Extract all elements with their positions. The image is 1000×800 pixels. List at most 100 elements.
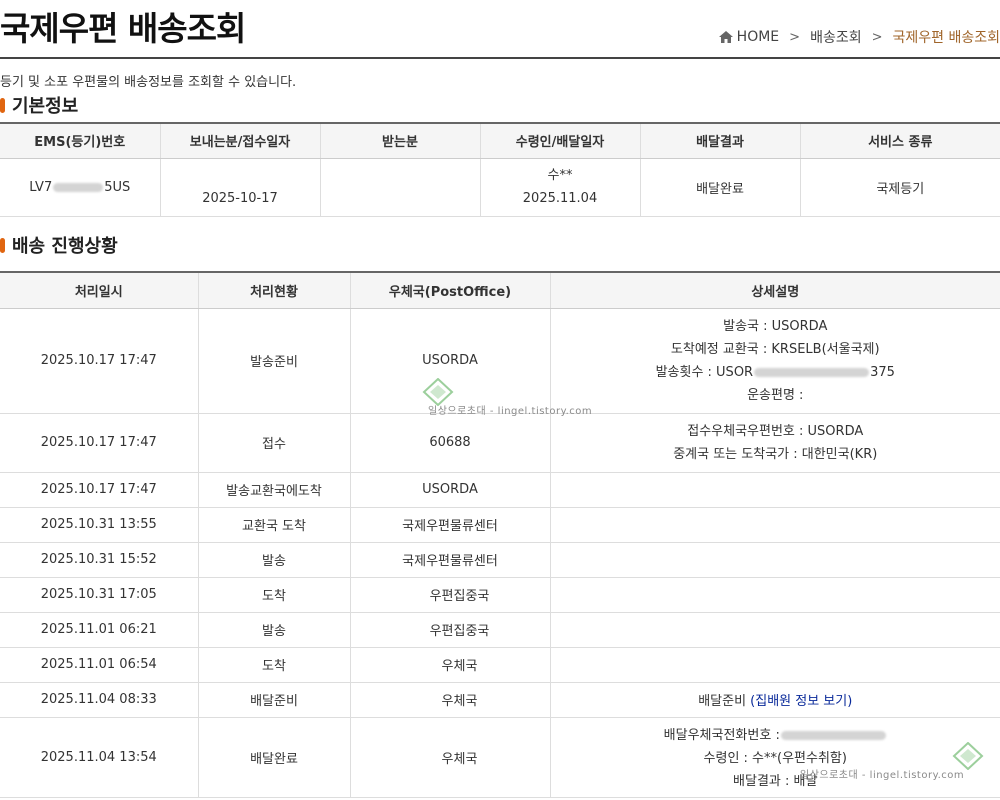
detail-line: 접수우체국우편번호 : USORDA [687,423,864,439]
receiver-cell [320,158,481,217]
progress-header-row: 처리일시 처리현황 우체국(PostOffice) 상세설명 [0,271,1000,309]
status-cell: 발송교환국에도착 [198,472,351,508]
status-cell: 도착 [198,647,351,683]
table-row: 2025.10.17 17:47 발송준비 USORDA 발송국 : USORD… [0,308,1000,414]
detail-cell [550,472,1000,508]
table-row: 2025.11.04 08:33 배달준비 우체국 배달준비 (집배원 정보 보… [0,682,1000,718]
table-row: 2025.10.17 17:47 발송교환국에도착 USORDA [0,472,1000,508]
column-header: 배달결과 [640,122,801,159]
watermark-text: 일상으로초대 - lingel.tistory.com [428,406,593,417]
recipient-cell: 수** 2025.11.04 [480,158,641,217]
progress-heading-label: 배송 진행상황 [12,236,118,257]
detail-cell: 발송국 : USORDA 도착예정 교환국 : KRSELB(서울국제) 발송횟… [550,308,1000,414]
detail-line: 도착예정 교환국 : KRSELB(서울국제) [670,341,880,357]
office-cell: 우편집중국 [350,577,551,613]
recipient-name: 수** [547,168,573,183]
detail-text: 배달준비 [698,694,747,709]
detail-cell [550,577,1000,613]
time-cell: 2025.10.17 17:47 [0,413,199,473]
column-header: 처리현황 [198,271,351,309]
detail-cell: 배달준비 (집배원 정보 보기) [550,682,1000,718]
detail-cell: 접수우체국우편번호 : USORDA 중계국 또는 도착국가 : 대한민국(KR… [550,413,1000,473]
table-row: 2025.11.04 13:54 배달완료 우체국 배달우체국전화번호 : 수령… [0,717,1000,798]
detail-line: 중계국 또는 도착국가 : 대한민국(KR) [673,446,878,462]
time-cell: 2025.11.04 13:54 [0,717,199,798]
carrier-info-link[interactable]: (집배원 정보 보기) [750,694,852,709]
time-cell: 2025.11.01 06:54 [0,647,199,683]
page-description: 등기 및 소포 우편물의 배송정보를 조회할 수 있습니다. [0,75,297,90]
detail-cell: 배달우체국전화번호 : 수령인 : 수**(우편수취함) 배달결과 : 배달 [550,717,1000,798]
tracking-prefix: LV7 [29,179,53,195]
detail-line: 운송편명 : [747,387,804,403]
basic-info-heading: 기본정보 [0,92,78,118]
office-cell: 국제우편물류센터 [350,542,551,578]
section-bullet-icon [0,97,5,113]
time-cell: 2025.11.04 08:33 [0,682,199,718]
breadcrumb-home[interactable]: HOME [718,29,779,45]
time-cell: 2025.10.31 13:55 [0,507,199,543]
breadcrumb: HOME > 배송조회 > 국제우편 배송조회 [718,27,1000,47]
section-bullet-icon [0,237,5,253]
office-cell: 국제우편물류센터 [350,507,551,543]
detail-cell [550,542,1000,578]
office-cell: 우체국 [350,717,551,798]
page-title: 국제우편 배송조회 [0,9,246,48]
detail-text: 배달우체국전화번호 : [663,727,780,743]
basic-info-row: LV7 5US 2025-10-17 수** 2025.11.04 배달완료 국제… [0,158,1000,217]
detail-line: 배달우체국전화번호 : [552,724,1000,747]
detail-cell [550,507,1000,543]
header-divider [0,57,1000,59]
table-row: 2025.10.31 15:52 발송 국제우편물류센터 [0,542,1000,578]
status-cell: 발송준비 [198,308,351,414]
chevron-right-icon: > [871,29,883,45]
progress-table: 처리일시 처리현황 우체국(PostOffice) 상세설명 2025.10.1… [0,271,1000,798]
office-cell: 우체국 [350,647,551,683]
office-cell: 우편집중국 [350,612,551,648]
column-header: 보내는분/접수일자 [160,122,321,159]
time-cell: 2025.10.17 17:47 [0,308,199,414]
column-header: 상세설명 [550,271,1000,309]
progress-heading: 배송 진행상황 [0,232,118,258]
detail-cell [550,647,1000,683]
column-header: EMS(등기)번호 [0,122,161,159]
detail-cell [550,612,1000,648]
breadcrumb-delivery-lookup[interactable]: 배송조회 [810,27,862,47]
time-cell: 2025.11.01 06:21 [0,612,199,648]
status-cell: 도착 [198,577,351,613]
status-cell: 발송 [198,612,351,648]
detail-line: 발송국 : USORDA [723,318,828,334]
office-cell: 우체국 [350,682,551,718]
table-row: 2025.11.01 06:54 도착 우체국 [0,647,1000,683]
basic-info-table: EMS(등기)번호 보내는분/접수일자 받는분 수령인/배달일자 배달결과 서비… [0,122,1000,217]
breadcrumb-home-label: HOME [736,29,780,45]
detail-suffix: 375 [870,364,895,380]
home-icon [718,31,733,43]
detail-text: 발송횟수 : USOR [655,364,754,380]
breadcrumb-current[interactable]: 국제우편 배송조회 [893,27,1000,47]
time-cell: 2025.10.31 15:52 [0,542,199,578]
table-row: 2025.11.01 06:21 발송 우편집중국 [0,612,1000,648]
redacted-blur [53,182,104,192]
detail-line: 발송횟수 : USOR 375 [552,361,1000,384]
tracking-suffix: 5US [104,179,131,195]
column-header: 처리일시 [0,271,199,309]
table-row: 2025.10.31 13:55 교환국 도착 국제우편물류센터 [0,507,1000,543]
delivery-result-cell: 배달완료 [640,158,801,217]
column-header: 우체국(PostOffice) [350,271,551,309]
column-header: 수령인/배달일자 [480,122,641,159]
column-header: 받는분 [320,122,481,159]
basic-info-header-row: EMS(등기)번호 보내는분/접수일자 받는분 수령인/배달일자 배달결과 서비… [0,122,1000,159]
status-cell: 배달준비 [198,682,351,718]
time-cell: 2025.10.17 17:47 [0,472,199,508]
column-header: 서비스 종류 [800,122,1000,159]
office-cell: USORDA [350,472,551,508]
status-cell: 교환국 도착 [198,507,351,543]
table-row: 2025.10.31 17:05 도착 우편집중국 [0,577,1000,613]
status-cell: 접수 [198,413,351,473]
service-type-cell: 국제등기 [800,158,1000,217]
status-cell: 배달완료 [198,717,351,798]
watermark-text: 일상으로초대 - lingel.tistory.com [800,770,965,781]
redacted-blur [754,367,870,377]
tracking-number-cell: LV7 5US [0,158,161,217]
table-row: 2025.10.17 17:47 접수 60688 접수우체국우편번호 : US… [0,413,1000,473]
